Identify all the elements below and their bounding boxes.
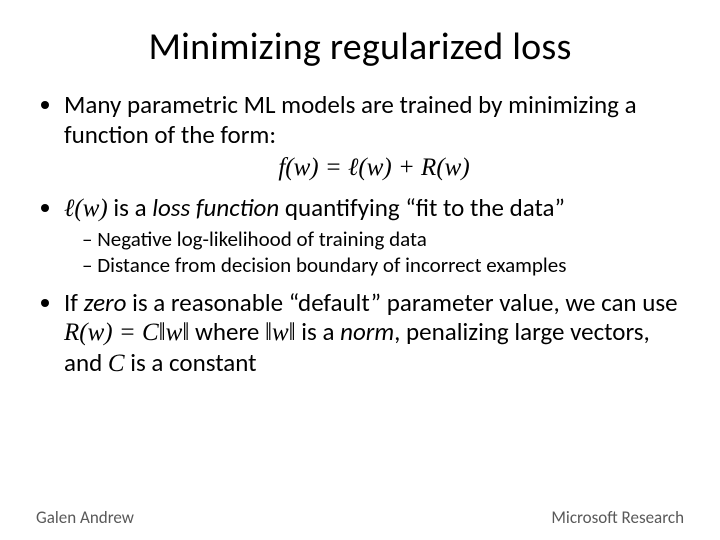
bullet-2-after: quantifying “fit to the data” [279,192,565,223]
bullet-2-before: is a [108,192,152,223]
b3-m1: R(w) = C‖w‖ [64,319,189,346]
b3-i1: zero [84,287,127,318]
b3-p1: If [64,287,84,318]
b3-m2: ‖w‖ [265,319,296,346]
slide-title: Minimizing regularized loss [36,24,684,70]
slide: Minimizing regularized loss Many paramet… [0,0,720,540]
sub-item-2: Distance from decision boundary of incor… [82,253,684,278]
b3-m3: C [108,350,125,377]
footer-right: Microsoft Research [551,507,684,528]
bullet-2-italic: loss function [152,192,279,223]
sub-item-1: Negative log-likelihood of training data [82,227,684,252]
b3-i2: norm [340,316,394,347]
equation-main: f(w) = ℓ(w) + R(w) [64,153,684,183]
footer-left: Galen Andrew [36,507,134,528]
equation-main-text: f(w) = ℓ(w) + R(w) [278,154,469,181]
b3-p6: is a constant [125,347,257,378]
bullet-list: Many parametric ML models are trained by… [36,90,684,388]
footer: Galen Andrew Microsoft Research [36,507,684,528]
sub-list: Negative log-likelihood of training data… [64,227,684,278]
bullet-2: ℓ(w) is a loss function quantifying “fit… [64,193,684,278]
b3-p4: is a [296,316,340,347]
b3-p3: where [189,316,265,347]
b3-p2: is a reasonable “default” parameter valu… [126,287,677,318]
bullet-1-text: Many parametric ML models are trained by… [64,89,637,150]
bullet-3: If zero is a reasonable “default” parame… [64,288,684,379]
bullet-2-math: ℓ(w) [64,195,108,222]
bullet-1: Many parametric ML models are trained by… [64,90,684,183]
